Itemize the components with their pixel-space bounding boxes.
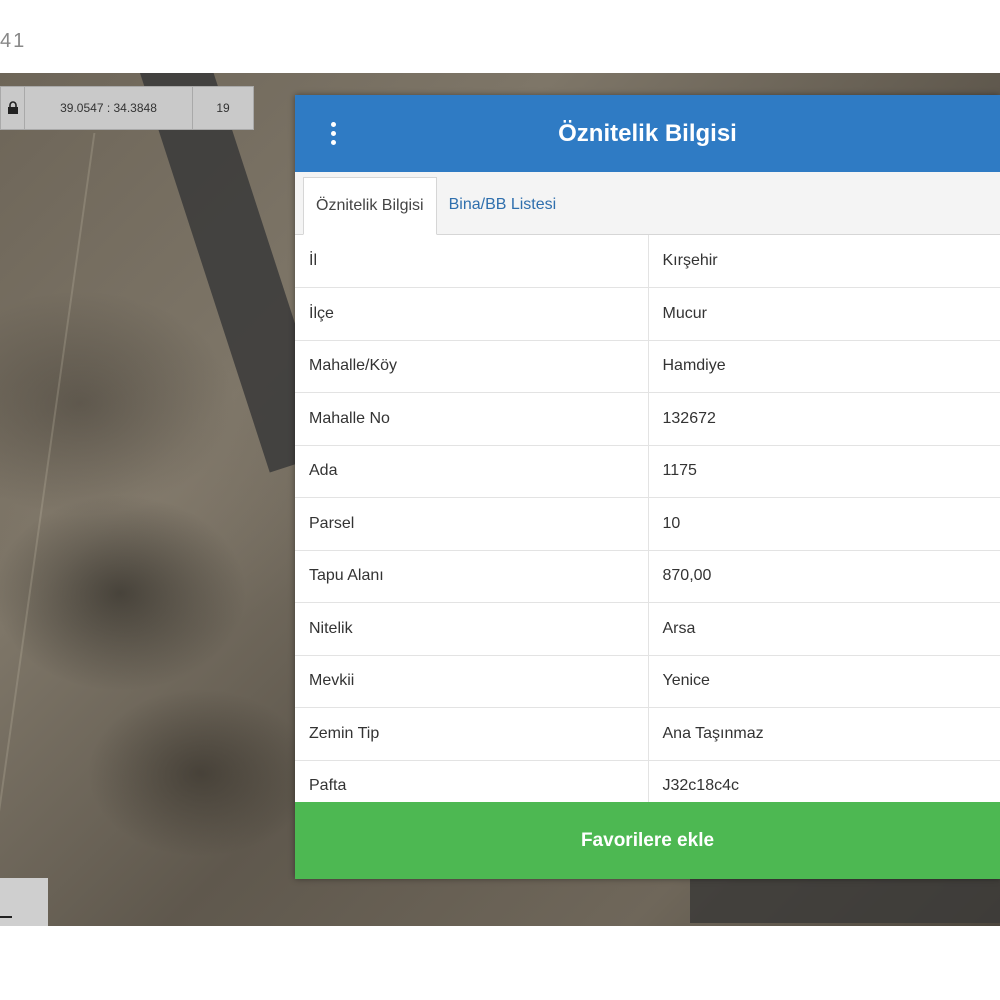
panel-header: Öznitelik Bilgisi [295, 95, 1000, 172]
attribute-table-container[interactable]: İl Kırşehir İlçe Mucur Mahalle/Köy Hamdiye Mah… [295, 235, 1000, 802]
attribute-key: İlçe [295, 287, 649, 341]
attribute-value: Arsa [648, 602, 1000, 656]
attribute-value: 132672 [648, 392, 1000, 446]
table-row: Tapu Alanı 870,00 [295, 550, 1000, 603]
attribute-key: Parsel [295, 497, 649, 551]
attribute-value: Mucur [648, 287, 1000, 341]
attribute-key: İl [295, 235, 649, 288]
attribute-key: Mahalle/Köy [295, 340, 649, 393]
lock-button[interactable] [1, 87, 25, 129]
attribute-key: Mevkii [295, 655, 649, 708]
attribute-key: Nitelik [295, 602, 649, 656]
table-row: İl Kırşehir [295, 235, 1000, 288]
scale-bar [0, 916, 12, 918]
scale-indicator [0, 878, 48, 926]
attribute-panel: Öznitelik Bilgisi Öznitelik Bilgisi Bina… [295, 95, 1000, 879]
attribute-key: Pafta [295, 760, 649, 802]
attribute-value: 1175 [648, 445, 1000, 498]
tab-attribute-info[interactable]: Öznitelik Bilgisi [303, 177, 437, 235]
menu-button[interactable] [313, 95, 353, 172]
attribute-value: Kırşehir [648, 235, 1000, 288]
table-row: İlçe Mucur [295, 287, 1000, 341]
tab-bar: Öznitelik Bilgisi Bina/BB Listesi [295, 172, 1000, 235]
corner-label: 41 [0, 30, 27, 52]
table-row: Mevkii Yenice [295, 655, 1000, 708]
panel-title: Öznitelik Bilgisi [558, 119, 737, 147]
table-row: Parsel 10 [295, 497, 1000, 551]
zoom-level: 19 [216, 101, 230, 115]
table-row: Mahalle/Köy Hamdiye [295, 340, 1000, 393]
attribute-value: Yenice [648, 655, 1000, 708]
table-row: Zemin Tip Ana Taşınmaz [295, 707, 1000, 761]
lock-icon [7, 101, 18, 114]
vertical-dots-icon [330, 122, 336, 127]
table-row: Mahalle No 132672 [295, 392, 1000, 446]
tab-building-list[interactable]: Bina/BB Listesi [437, 176, 569, 234]
attribute-key: Zemin Tip [295, 707, 649, 761]
attribute-value: Hamdiye [648, 340, 1000, 393]
attribute-key: Tapu Alanı [295, 550, 649, 603]
table-row: Ada 1175 [295, 445, 1000, 498]
coordinates-readout: 39.0547 : 34.3848 [25, 87, 193, 129]
table-row: Pafta J32c18c4c [295, 760, 1000, 802]
map-toolbar: 39.0547 : 34.3848 19 [0, 86, 254, 130]
parcel-outline [0, 133, 334, 893]
attribute-value: J32c18c4c [648, 760, 1000, 802]
attribute-table: İl Kırşehir İlçe Mucur Mahalle/Köy Hamdiye Mah… [295, 235, 1000, 802]
attribute-key: Ada [295, 445, 649, 498]
attribute-value: 870,00 [648, 550, 1000, 603]
attribute-value: Ana Taşınmaz [648, 707, 1000, 761]
add-to-favorites-button[interactable]: Favorilere ekle [295, 802, 1000, 879]
table-row: Nitelik Arsa [295, 602, 1000, 656]
attribute-value: 10 [648, 497, 1000, 551]
attribute-key: Mahalle No [295, 392, 649, 446]
